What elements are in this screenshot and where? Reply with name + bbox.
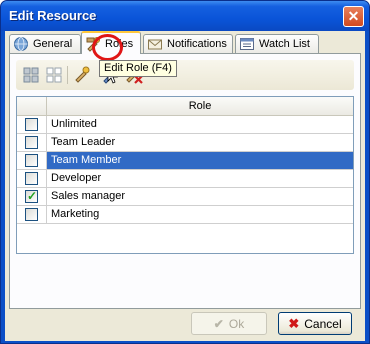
table-row[interactable]: ✓ Sales manager xyxy=(17,188,353,206)
edit-role-tooltip: Edit Role (F4) xyxy=(99,60,177,77)
role-column-header[interactable]: Role xyxy=(47,100,353,112)
dialog-body: General Roles Notifications Watch List R… xyxy=(5,31,365,341)
role-name: Team Leader xyxy=(51,136,116,148)
tab-label: Notifications xyxy=(167,38,227,50)
tab-strip: General Roles Notifications Watch List xyxy=(9,31,361,55)
roles-panel: Role Unlimited Team Leader Team Member D… xyxy=(9,53,361,309)
checkbox-cell xyxy=(17,134,47,151)
checkbox-cell: ✓ xyxy=(17,188,47,205)
checkmark-icon: ✓ xyxy=(27,189,38,203)
roles-grid: Role Unlimited Team Leader Team Member D… xyxy=(16,96,354,254)
cancel-button[interactable]: ✖ Cancel xyxy=(278,312,352,335)
table-row[interactable]: Team Leader xyxy=(17,134,353,152)
globe-icon xyxy=(14,37,28,51)
cancel-label: Cancel xyxy=(304,316,342,331)
checkbox-cell xyxy=(17,170,47,187)
role-checkbox[interactable] xyxy=(25,154,38,167)
table-row[interactable]: Unlimited xyxy=(17,116,353,134)
add-role-icon[interactable] xyxy=(72,65,92,85)
role-name: Sales manager xyxy=(51,190,125,202)
table-row[interactable]: Marketing xyxy=(17,206,353,224)
role-checkbox[interactable] xyxy=(25,136,38,149)
toolbar-separator xyxy=(67,66,68,84)
table-row[interactable]: Developer xyxy=(17,170,353,188)
role-name: Unlimited xyxy=(51,118,97,130)
envelope-icon xyxy=(148,39,162,50)
checkmark-icon: ✔ xyxy=(213,316,224,331)
role-checkbox[interactable] xyxy=(25,172,38,185)
edit-resource-dialog: Edit Resource ✕ General Roles Notificati… xyxy=(0,0,370,344)
title-bar[interactable]: Edit Resource ✕ xyxy=(1,1,369,31)
tab-watch-list[interactable]: Watch List xyxy=(235,34,319,53)
tab-label: General xyxy=(33,38,73,50)
cancel-x-icon: ✖ xyxy=(288,315,300,331)
ok-label: Ok xyxy=(228,316,245,331)
watch-list-icon xyxy=(240,38,254,50)
checkbox-cell xyxy=(17,116,47,133)
role-name: Team Member xyxy=(51,154,122,166)
role-checkbox[interactable] xyxy=(25,118,38,131)
checkbox-column-header[interactable] xyxy=(17,97,47,116)
role-name: Developer xyxy=(51,172,102,184)
tab-notifications[interactable]: Notifications xyxy=(143,34,233,53)
deselect-all-icon[interactable] xyxy=(44,65,64,85)
edit-role-highlight-ring xyxy=(92,34,123,61)
checkbox-cell xyxy=(17,152,47,169)
roles-toolbar xyxy=(16,60,354,90)
tab-label: Watch List xyxy=(259,38,310,50)
role-name: Marketing xyxy=(51,208,100,220)
role-checkbox-checked[interactable]: ✓ xyxy=(25,189,38,203)
close-icon: ✕ xyxy=(347,8,360,24)
grid-header: Role xyxy=(17,97,353,116)
checkbox-cell xyxy=(17,206,47,223)
select-all-icon[interactable] xyxy=(21,65,41,85)
table-row-selected[interactable]: Team Member xyxy=(17,152,353,170)
role-checkbox[interactable] xyxy=(25,208,38,221)
tab-general[interactable]: General xyxy=(9,34,81,53)
close-button[interactable]: ✕ xyxy=(343,6,364,27)
window-title: Edit Resource xyxy=(9,8,97,23)
ok-button[interactable]: ✔ Ok xyxy=(191,312,267,335)
